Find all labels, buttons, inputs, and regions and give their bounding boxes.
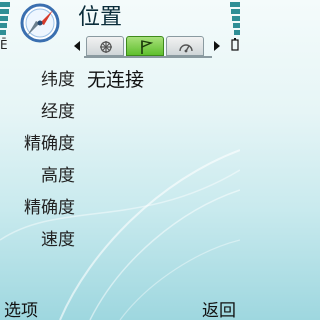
field-label: 经度 xyxy=(41,102,75,122)
tab-strip xyxy=(74,36,224,58)
tab-flag[interactable] xyxy=(126,36,164,56)
tab-right-arrow-icon[interactable] xyxy=(214,41,220,51)
tab-satellite[interactable] xyxy=(86,36,124,56)
tab-gauge[interactable] xyxy=(166,36,204,56)
field-row-latitude[interactable]: 纬度 无连接 xyxy=(0,64,240,96)
field-label: 高度 xyxy=(41,166,75,186)
field-row-speed[interactable]: 速度 xyxy=(0,224,240,256)
battery-icon xyxy=(230,2,240,51)
network-indicator: Ē xyxy=(0,38,8,52)
field-value: 无连接 xyxy=(87,69,145,91)
options-softkey[interactable]: 选项 xyxy=(4,296,38,320)
field-label: 纬度 xyxy=(41,70,75,90)
field-label: 精确度 xyxy=(24,198,75,218)
field-row-accuracy[interactable]: 精确度 xyxy=(0,128,240,160)
field-row-altitude[interactable]: 高度 xyxy=(0,160,240,192)
tab-left-arrow-icon[interactable] xyxy=(74,41,80,51)
field-label: 速度 xyxy=(41,230,75,250)
flag-icon xyxy=(141,40,154,54)
title-bar: Ē 位置 xyxy=(0,0,240,62)
tab-underline xyxy=(84,56,212,58)
back-softkey[interactable]: 返回 xyxy=(202,296,236,320)
compass-icon xyxy=(20,3,60,43)
page-title: 位置 xyxy=(78,5,123,30)
field-row-longitude[interactable]: 经度 xyxy=(0,96,240,128)
field-label: 精确度 xyxy=(24,134,75,154)
gauge-icon xyxy=(179,44,193,53)
satellite-icon xyxy=(100,41,112,53)
field-row-altitude-accuracy[interactable]: 精确度 xyxy=(0,192,240,224)
softkey-bar: 选项 返回 xyxy=(0,294,240,320)
